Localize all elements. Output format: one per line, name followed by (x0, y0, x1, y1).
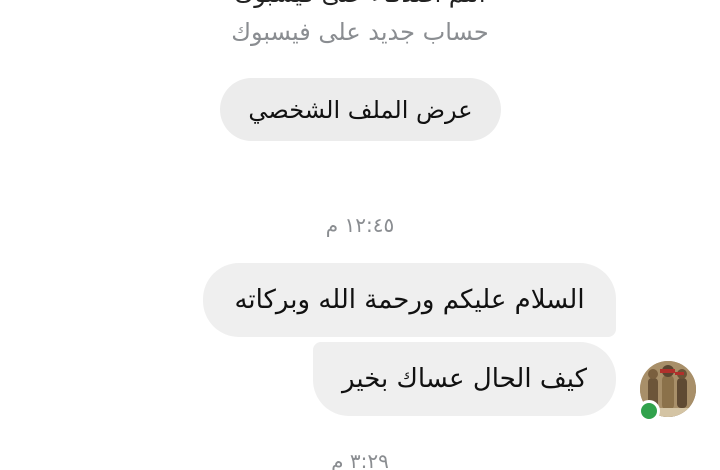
message-timestamp: ٣:٢٩ م (331, 449, 389, 470)
profile-friends-line: انتم اصدقاء على فيسبوك (0, 0, 720, 8)
online-status-indicator (638, 400, 660, 422)
profile-subtitle: حساب جديد على فيسبوك (231, 18, 489, 46)
message-bubble[interactable]: كيف الحال عساك بخير (313, 342, 616, 416)
view-profile-button[interactable]: عرض الملف الشخصي (220, 78, 501, 141)
messenger-chat-screen: انتم اصدقاء على فيسبوك حساب جديد على فيس… (0, 0, 720, 470)
message-bubble[interactable]: السلام عليكم ورحمة الله وبركاته (203, 263, 616, 337)
message-timestamp: ١٢:٤٥ م (325, 213, 395, 237)
